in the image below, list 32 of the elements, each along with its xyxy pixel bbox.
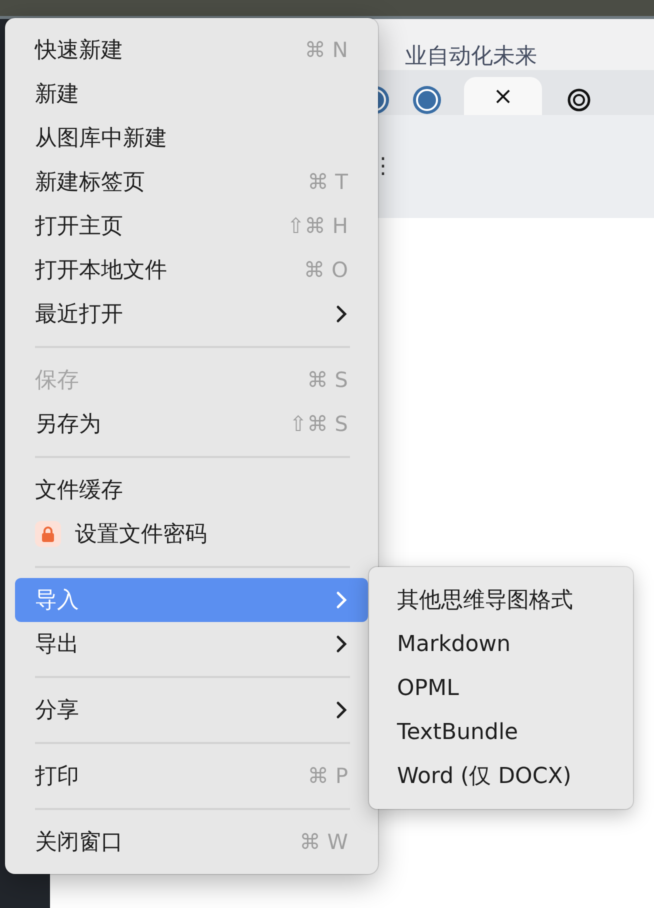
submenu-item[interactable]: Markdown <box>369 622 633 666</box>
menu-item[interactable]: 打印 ⌘ P <box>15 754 368 798</box>
menu-item[interactable]: 设置文件密码 <box>15 512 368 556</box>
shortcut-label: ⌘ N <box>304 38 348 62</box>
menu-item[interactable]: 最近打开 <box>15 292 368 336</box>
shortcut-label: ⌘ W <box>300 830 348 854</box>
menu-item[interactable]: 另存为 ⇧⌘ S <box>15 402 368 446</box>
menu-item[interactable]: 分享 <box>15 688 368 732</box>
wordpress-icon <box>412 85 442 115</box>
submenu-item[interactable]: Word (仅 DOCX) <box>369 754 633 798</box>
submenu-item[interactable]: 其他思维导图格式 <box>369 578 633 622</box>
shortcut-label: ⌘ P <box>308 764 348 788</box>
menu-item[interactable]: 新建 <box>15 72 368 116</box>
menu-item[interactable]: 从图库中新建 <box>15 116 368 160</box>
menu-item[interactable]: 打开主页 ⇧⌘ H <box>15 204 368 248</box>
knot-icon <box>565 86 593 114</box>
page-headline: 业自动化未来 <box>405 44 537 70</box>
submenu-item[interactable]: OPML <box>369 666 633 710</box>
shortcut-label: ⌘ S <box>306 368 348 392</box>
menu-item[interactable]: 快速新建 ⌘ N <box>15 28 368 72</box>
submenu-item[interactable]: TextBundle <box>369 710 633 754</box>
shortcut-label: ⇧⌘ H <box>286 214 348 238</box>
menu-item[interactable]: 文件缓存 <box>15 468 368 512</box>
menu-item[interactable]: 打开本地文件 ⌘ O <box>15 248 368 292</box>
menu-item[interactable]: 新建标签页 ⌘ T <box>15 160 368 204</box>
shortcut-label: ⌘ O <box>304 258 348 282</box>
lock-icon <box>35 521 61 547</box>
menu-item[interactable]: 导出 <box>15 622 368 666</box>
browser-tab[interactable]: × <box>464 77 542 115</box>
menu-item[interactable]: 关闭窗口 ⌘ W <box>15 820 368 864</box>
shortcut-label: ⇧⌘ S <box>289 412 348 436</box>
shortcut-label: ⌘ T <box>307 170 348 194</box>
